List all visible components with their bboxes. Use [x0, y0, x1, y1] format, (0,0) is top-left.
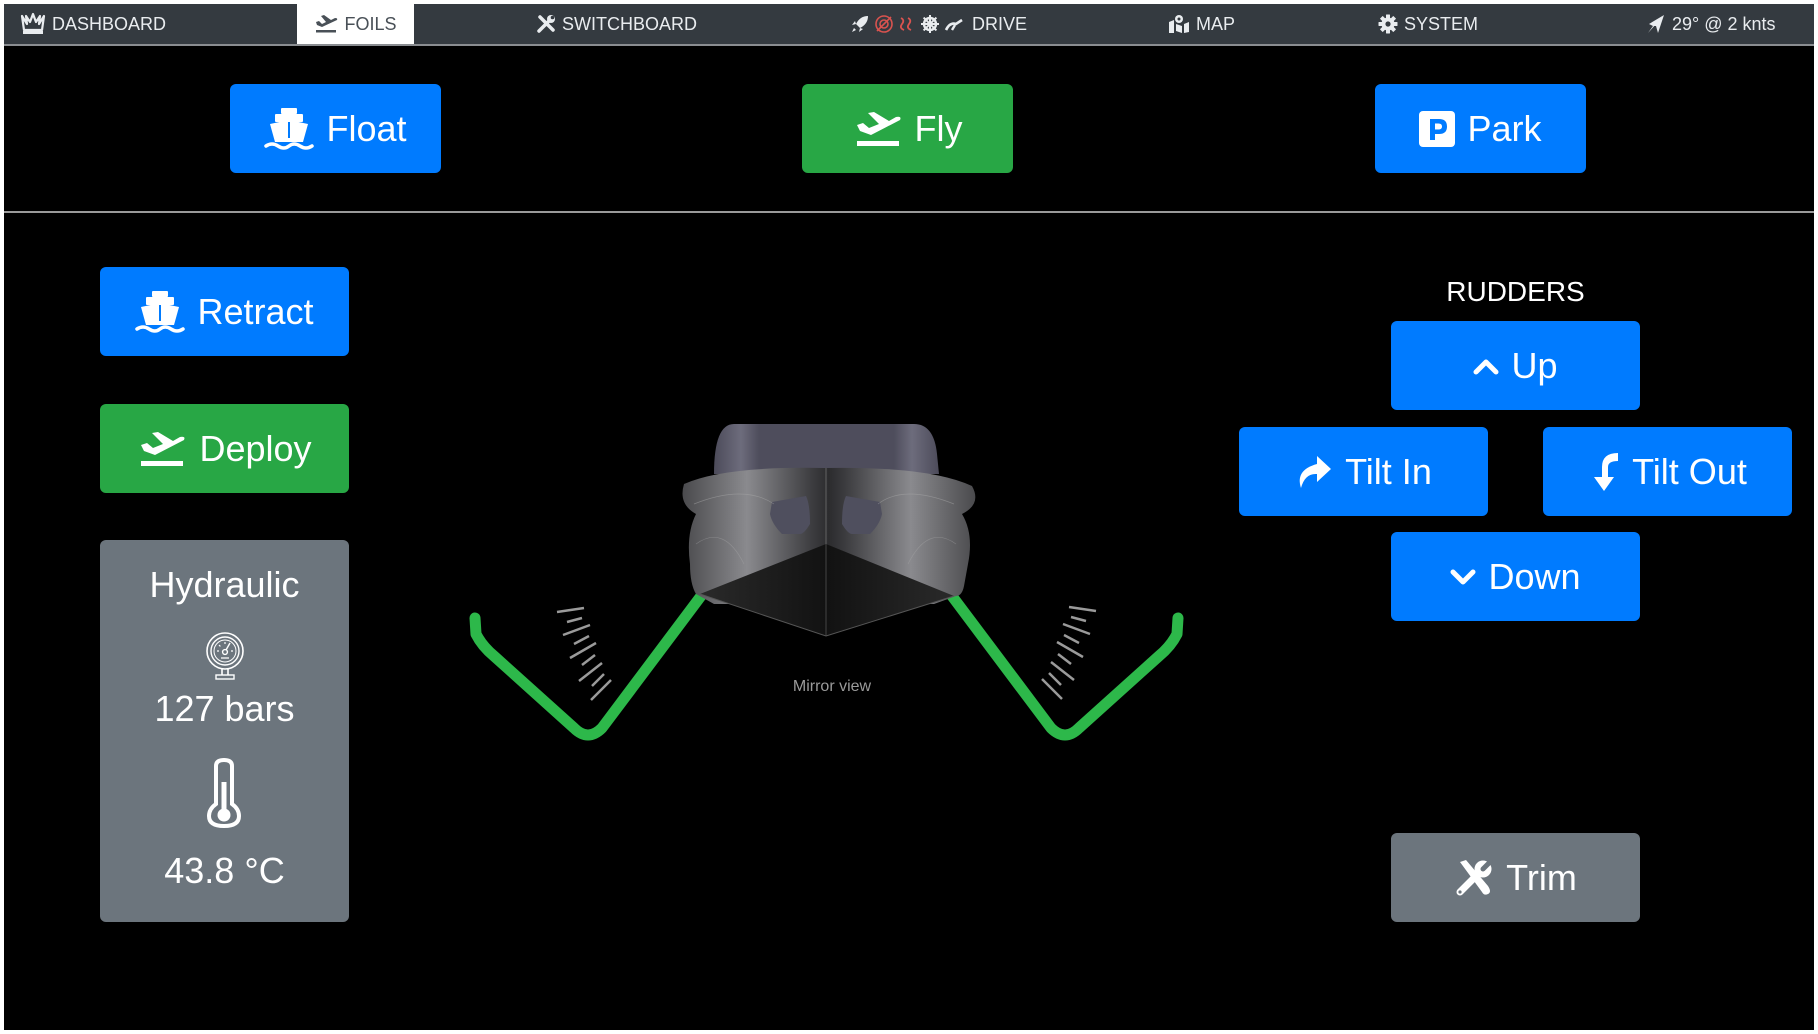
trim-button[interactable]: Trim	[1391, 833, 1640, 922]
share-arrow-icon	[1299, 455, 1332, 488]
tools-icon	[1456, 859, 1493, 895]
rudder-tilt-in-button[interactable]: Tilt In	[1239, 427, 1488, 516]
foil-left	[469, 586, 710, 741]
foil-right	[943, 586, 1184, 741]
rudder-tilt-out-label: Tilt Out	[1632, 450, 1747, 492]
rudder-tilt-out-button[interactable]: Tilt Out	[1543, 427, 1792, 516]
rudder-down-label: Down	[1488, 555, 1581, 597]
rudder-up-button[interactable]: Up	[1391, 321, 1640, 410]
foil-angle-scale-right	[1041, 605, 1097, 700]
boat-hull	[682, 424, 976, 637]
trim-label: Trim	[1506, 856, 1577, 898]
rudder-down-button[interactable]: Down	[1391, 532, 1640, 621]
mirror-view-caption: Mirror view	[792, 678, 872, 695]
chevron-up-icon	[1473, 359, 1499, 374]
level-down-arrow-icon	[1594, 452, 1619, 491]
rudders-title: RUDDERS	[1446, 276, 1585, 307]
rudder-tilt-in-label: Tilt In	[1345, 450, 1432, 492]
chevron-down-icon	[1450, 569, 1476, 584]
rudder-up-label: Up	[1511, 344, 1558, 386]
foil-angle-scale-left	[556, 606, 612, 701]
app-frame: DASHBOARD FOILS SWITCHBOARD DRIVE MAP SY…	[4, 4, 1814, 1030]
